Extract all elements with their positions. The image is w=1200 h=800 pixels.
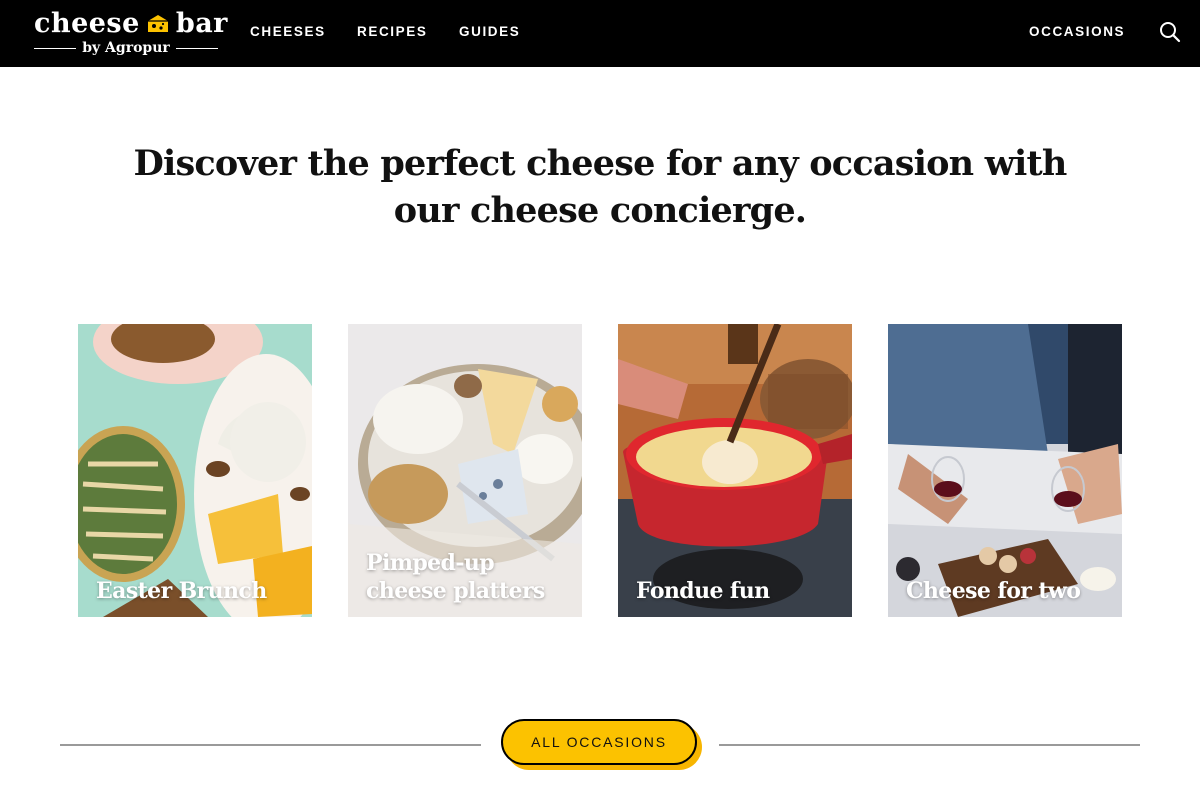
nav-item-occasions[interactable]: OCCASIONS [1029, 24, 1125, 40]
nav-item-recipes[interactable]: RECIPES [357, 24, 427, 40]
brand-name-first: cheese [34, 7, 140, 39]
all-occasions-button[interactable]: ALL OCCASIONS [501, 719, 697, 765]
fondue-image [618, 324, 852, 617]
occasion-card-fondue-fun[interactable]: Fondue fun [618, 324, 852, 617]
brand-wordmark: cheese bar [34, 6, 228, 40]
occasion-card-cheese-for-two[interactable]: Cheese for two [888, 324, 1122, 617]
divider-right [719, 744, 1140, 746]
brand-name-second: bar [175, 7, 228, 39]
brand-tagline-row: by Agropur [34, 39, 219, 57]
tagline-rule-right [175, 47, 219, 49]
search-icon [1160, 22, 1181, 43]
cheese-for-two-image [888, 324, 1122, 617]
divider-left [60, 744, 481, 746]
occasion-card-cheese-platters[interactable]: Pimped-up cheese platters [348, 324, 582, 617]
site-header: cheese bar by Agropur CHEESES RECIPES GU… [0, 0, 1200, 67]
occasion-card-label: Cheese for two [906, 578, 1081, 604]
cheese-wedge-icon [147, 15, 168, 32]
brand-tagline: by Agropur [82, 40, 170, 56]
search-button[interactable] [1158, 20, 1182, 44]
occasion-card-easter-brunch[interactable]: Easter Brunch [78, 324, 312, 617]
tagline-rule-left [34, 47, 77, 49]
nav-item-guides[interactable]: GUIDES [459, 24, 520, 40]
easter-brunch-image [78, 324, 312, 617]
brand-logo[interactable]: cheese bar by Agropur [34, 6, 227, 62]
occasion-card-label: Easter Brunch [96, 578, 267, 604]
all-occasions-cta: ALL OCCASIONS [500, 718, 704, 772]
occasion-card-label: Fondue fun [636, 578, 770, 604]
nav-item-cheeses[interactable]: CHEESES [250, 24, 326, 40]
occasion-card-label: Pimped-up cheese platters [366, 550, 545, 604]
page-headline: Discover the perfect cheese for any occa… [133, 143, 1067, 231]
